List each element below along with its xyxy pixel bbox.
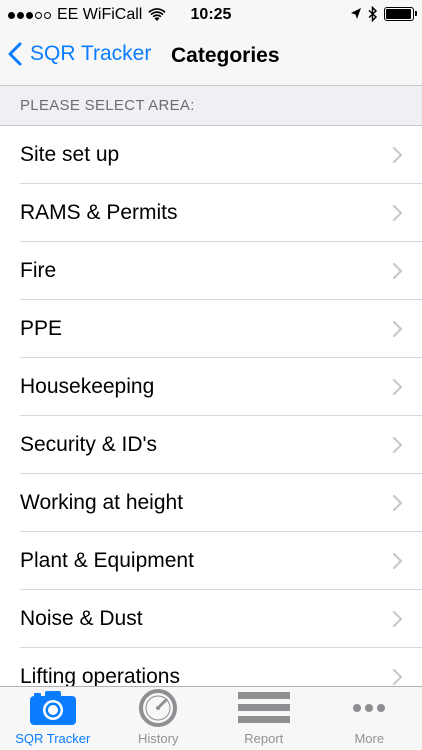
list-item-label: RAMS & Permits bbox=[20, 201, 178, 224]
battery-icon bbox=[384, 7, 417, 21]
list-item-label: Working at height bbox=[20, 491, 184, 514]
chevron-right-icon bbox=[393, 379, 402, 395]
list-item-label: Site set up bbox=[20, 143, 120, 166]
list-item-label: Housekeeping bbox=[20, 375, 155, 398]
battery-fill bbox=[386, 9, 411, 19]
list-item-label: Plant & Equipment bbox=[20, 549, 194, 572]
list-item-label: Fire bbox=[20, 259, 57, 282]
list-item-label: Noise & Dust bbox=[20, 607, 143, 630]
clock-icon bbox=[138, 688, 178, 728]
list-item[interactable]: RAMS & Permits bbox=[0, 184, 422, 242]
bluetooth-icon bbox=[368, 6, 378, 22]
list-item-label: Lifting operations bbox=[20, 665, 180, 686]
chevron-right-icon bbox=[393, 147, 402, 163]
tab-history[interactable]: History bbox=[106, 687, 212, 750]
list-item[interactable]: Plant & Equipment bbox=[0, 532, 422, 590]
list-item[interactable]: Site set up bbox=[0, 126, 422, 184]
tab-more[interactable]: More bbox=[317, 687, 422, 750]
chevron-right-icon bbox=[393, 611, 402, 627]
list-item[interactable]: Housekeeping bbox=[0, 358, 422, 416]
tab-label: History bbox=[138, 731, 179, 746]
tab-report[interactable]: Report bbox=[211, 687, 317, 750]
tab-label: Report bbox=[244, 731, 284, 746]
chevron-right-icon bbox=[393, 321, 402, 337]
status-bar: EE WiFiCall 10:25 bbox=[0, 0, 422, 30]
chevron-right-icon bbox=[393, 669, 402, 685]
tab-bar: SQR Tracker History Report More bbox=[0, 686, 422, 750]
chevron-left-icon bbox=[8, 42, 22, 66]
wifi-icon bbox=[148, 8, 166, 21]
navigation-bar: SQR Tracker Categories bbox=[0, 30, 422, 86]
chevron-right-icon bbox=[393, 495, 402, 511]
back-button-label: SQR Tracker bbox=[30, 42, 152, 65]
more-dots-icon bbox=[352, 688, 386, 728]
list-item-label: PPE bbox=[20, 317, 63, 340]
report-lines-icon bbox=[237, 688, 290, 728]
list-item[interactable]: Lifting operations bbox=[0, 648, 422, 686]
status-right bbox=[350, 6, 417, 22]
category-list: Site set up RAMS & Permits Fire PPE Housekee… bbox=[0, 126, 422, 686]
list-item[interactable]: Fire bbox=[0, 242, 422, 300]
list-item-label: Security & ID's bbox=[20, 433, 158, 456]
tab-label: SQR Tracker bbox=[15, 731, 91, 746]
location-arrow-icon bbox=[351, 8, 361, 19]
tab-label: More bbox=[354, 731, 385, 746]
back-button[interactable]: SQR Tracker bbox=[8, 42, 151, 66]
page-title: Categories bbox=[171, 44, 280, 67]
list-item[interactable]: PPE bbox=[0, 300, 422, 358]
signal-strength-icon bbox=[8, 11, 51, 19]
chevron-right-icon bbox=[393, 553, 402, 569]
chevron-right-icon bbox=[393, 205, 402, 221]
section-header: PLEASE SELECT AREA: bbox=[0, 86, 422, 126]
list-item[interactable]: Security & ID's bbox=[0, 416, 422, 474]
list-item[interactable]: Noise & Dust bbox=[0, 590, 422, 648]
chevron-right-icon bbox=[393, 437, 402, 453]
carrier-name: EE WiFiCall bbox=[57, 6, 143, 23]
list-item[interactable]: Working at height bbox=[0, 474, 422, 532]
tab-sqr-tracker[interactable]: SQR Tracker bbox=[0, 687, 106, 750]
status-left: EE WiFiCall bbox=[8, 6, 166, 24]
camera-icon bbox=[29, 688, 77, 728]
chevron-right-icon bbox=[393, 263, 402, 279]
